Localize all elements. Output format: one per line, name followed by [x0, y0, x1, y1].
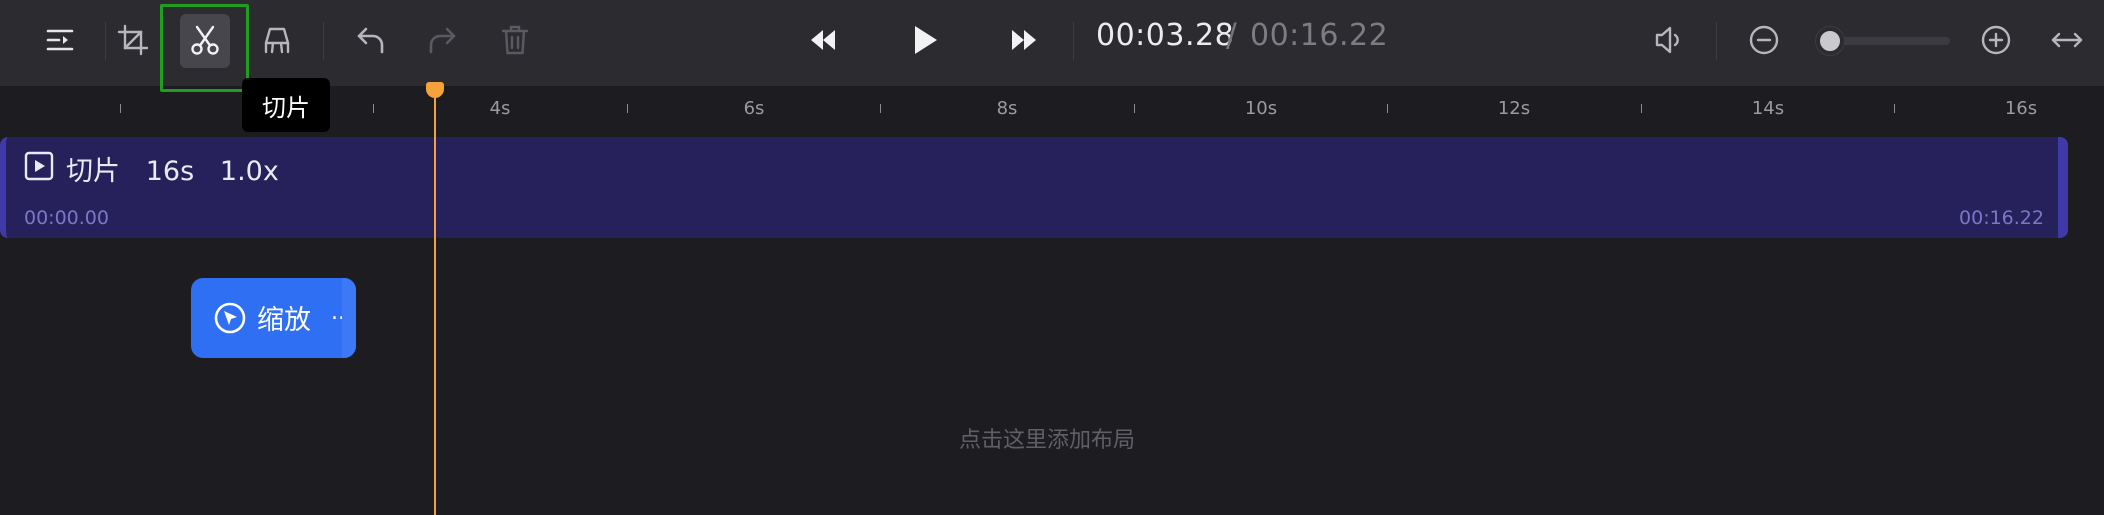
volume-icon	[1655, 26, 1679, 54]
rewind-icon	[811, 30, 835, 50]
current-time: 00:03.28	[1096, 18, 1235, 53]
delete-button[interactable]	[489, 10, 541, 70]
ruler-tick	[120, 104, 121, 113]
fit-width-icon	[2051, 32, 2083, 48]
total-time: 00:16.22	[1250, 18, 1389, 53]
time-separator: /	[1226, 16, 1237, 54]
zoom-segment[interactable]: 缩放 ..	[191, 278, 356, 358]
ruler-label-12s: 12s	[1497, 98, 1531, 119]
ruler-label-10s: 10s	[1244, 98, 1278, 119]
clip-start-time: 00:00.00	[24, 207, 109, 229]
trash-icon	[501, 25, 529, 55]
ruler-tick	[1387, 104, 1388, 113]
fast-forward-icon	[1012, 30, 1036, 50]
ruler-tick	[627, 104, 628, 113]
indent-icon	[46, 29, 74, 51]
playhead-line[interactable]	[434, 88, 436, 515]
add-layout-hint[interactable]: 点击这里添加布局	[959, 422, 1135, 454]
crop-button[interactable]	[107, 10, 159, 70]
rewind-button[interactable]	[797, 10, 849, 70]
undo-icon	[357, 27, 384, 54]
ruler-label-16s: 16s	[2004, 98, 2038, 119]
ruler-tick	[1641, 104, 1642, 113]
ruler-label-6s: 6s	[743, 98, 765, 119]
scissors-icon	[191, 25, 219, 55]
ruler-tick	[373, 104, 374, 113]
clip-title: 切片 16s 1.0x	[66, 156, 279, 187]
fast-forward-button[interactable]	[998, 10, 1050, 70]
zoom-out-icon	[1749, 25, 1779, 55]
layout-button[interactable]	[251, 10, 303, 70]
collapse-panel-button[interactable]	[34, 10, 86, 70]
layout-icon	[264, 27, 290, 54]
cut-tooltip: 切片	[242, 78, 330, 132]
zoom-slider-handle[interactable]	[1816, 27, 1845, 55]
play-icon	[915, 26, 937, 54]
ruler-tick	[880, 104, 881, 113]
crop-icon	[117, 24, 149, 56]
clip-end-time: 00:16.22	[1959, 207, 2044, 229]
redo-icon	[429, 27, 456, 54]
cursor-circle-icon	[214, 302, 246, 334]
zoom-in-icon	[1981, 25, 2011, 55]
zoom-segment-resize-handle[interactable]	[342, 278, 356, 358]
ruler-tick	[1894, 104, 1895, 113]
redo-button[interactable]	[416, 10, 468, 70]
fit-width-button[interactable]	[2041, 10, 2093, 70]
toolbar: 00:03.28 / 00:16.22	[0, 0, 2104, 92]
volume-button[interactable]	[1643, 10, 1695, 70]
undo-button[interactable]	[345, 10, 397, 70]
ruler-tick	[1134, 104, 1135, 113]
ruler-label-8s: 8s	[996, 98, 1018, 119]
play-button[interactable]	[898, 10, 950, 70]
tooltip-text: 切片	[262, 93, 310, 122]
zoom-out-button[interactable]	[1738, 10, 1790, 70]
zoom-in-button[interactable]	[1970, 10, 2022, 70]
zoom-segment-label: 缩放	[257, 305, 311, 336]
ruler-label-14s: 14s	[1751, 98, 1785, 119]
cut-button[interactable]	[179, 10, 231, 70]
play-square-icon	[24, 151, 54, 181]
video-clip-track[interactable]: 切片 16s 1.0x 00:00.00 00:16.22	[0, 137, 2068, 238]
ruler-label-4s: 4s	[489, 98, 511, 119]
